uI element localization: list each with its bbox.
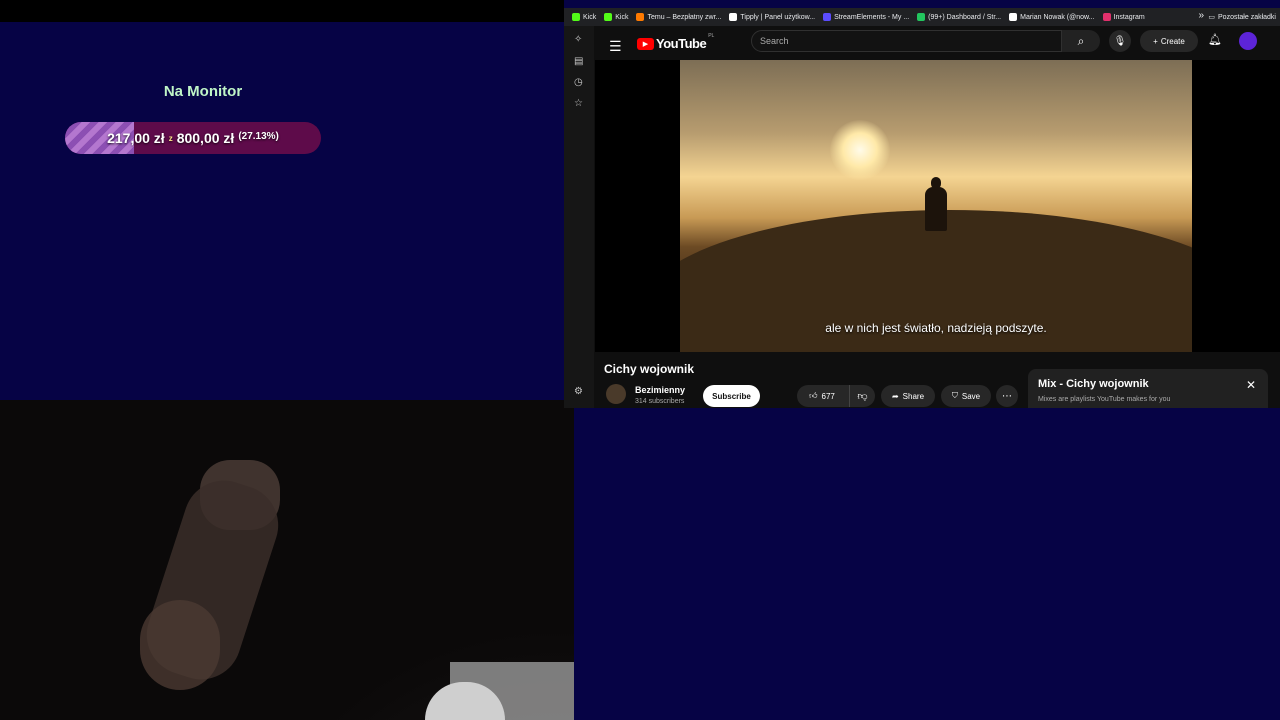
bookmark-label: Kick (583, 13, 597, 21)
video-sun (830, 120, 890, 180)
bookmark-label: Marian Nowak (@now... (1020, 13, 1095, 21)
other-bookmarks-label: Pozostałe zakładki (1218, 13, 1276, 21)
search-input[interactable]: Search (751, 30, 1062, 52)
create-label: Create (1160, 36, 1185, 46)
bookmark-icon: ⛉ (951, 391, 958, 400)
goal-progress-bar: 217,00 zł z 800,00 zł (27.13%) (65, 122, 321, 154)
goal-text: 217,00 zł z 800,00 zł (27.13%) (65, 122, 321, 154)
channel-subscribers: 314 subscribers (635, 398, 685, 405)
goal-percent: (27.13%) (238, 130, 279, 142)
video-player[interactable]: ale w nich jest światło, nadzieją podszy… (595, 60, 1280, 352)
goal-current-amount: 217,00 zł (107, 130, 165, 146)
channel-name[interactable]: Bezimienny (635, 385, 685, 395)
youtube-play-icon: ▶ (637, 37, 654, 50)
bookmark-label: Tipply | Panel użytkow... (740, 13, 816, 21)
menu-icon[interactable]: ☰ (609, 38, 622, 55)
browser-window: Kick Kick Temu – Bezpłatny zwr... Tipply | … (564, 8, 1280, 408)
share-label: Share (902, 391, 925, 401)
like-count: 677 (821, 391, 835, 401)
video-caption: ale w nich jest światło, nadzieją podszy… (825, 321, 1047, 335)
channel-avatar[interactable] (606, 384, 626, 404)
other-bookmarks[interactable]: ▭ Pozostałe zakładki (1208, 8, 1276, 26)
settings-icon[interactable]: ⚙ (574, 386, 583, 397)
like-button[interactable]: 👍︎ 677 (797, 385, 847, 407)
chevron-double-right-icon[interactable]: » (1198, 10, 1204, 21)
bookmark-item[interactable]: Marian Nowak (@now... (1009, 13, 1095, 21)
bookmark-favicon-icon (823, 13, 832, 21)
search-icon: ⌕ (1077, 33, 1085, 48)
webcam-feed (0, 400, 574, 720)
stream-overlay: { "goal": { "title": "Na Monitor", "curr… (0, 0, 1280, 720)
avatar[interactable] (1239, 32, 1257, 50)
bookmark-item[interactable]: Temu – Bezpłatny zwr... (636, 13, 721, 21)
video-frame[interactable]: ale w nich jest światło, nadzieją podszy… (680, 60, 1192, 352)
bookmark-favicon-icon (729, 13, 738, 21)
bookmark-item[interactable]: Kick (604, 13, 628, 21)
bookmark-label: StreamElements - My ... (834, 13, 910, 21)
folder-icon: ▭ (1208, 14, 1216, 21)
save-label: Save (961, 391, 981, 401)
bookmark-favicon-icon (1009, 13, 1018, 21)
search-placeholder: Search (760, 36, 789, 46)
bookmark-item[interactable]: Tipply | Panel użytkow... (729, 13, 815, 21)
bookmark-favicon-icon (572, 13, 580, 21)
close-icon[interactable]: ✕ (1246, 378, 1256, 392)
save-button[interactable]: ⛉ Save (941, 385, 991, 407)
goal-target-amount: 800,00 zł (176, 130, 235, 146)
like-dislike-group: 👍︎ 677 👎︎ (797, 385, 875, 407)
youtube-logo[interactable]: ▶ YouTube PL (637, 32, 715, 51)
webcam-hand (140, 600, 220, 690)
video-title: Cichy wojownik (604, 362, 695, 376)
thumbs-up-icon: 👍︎ (809, 391, 818, 400)
share-icon: ➦ (891, 391, 899, 401)
goal-separator: z (168, 133, 173, 143)
more-actions-button[interactable]: ⋯ (996, 385, 1018, 407)
youtube-logo-text: YouTube (656, 36, 707, 51)
bookmark-item[interactable]: (99+) Dashboard / Str... (917, 13, 1001, 21)
browser-sidebar: ✧ ▤ ◷ ☆ ⚙ (564, 26, 594, 408)
plus-icon: + (1153, 36, 1158, 46)
bookmark-label: Kick (615, 13, 629, 21)
subscribe-button[interactable]: Subscribe (703, 385, 760, 407)
mix-subtitle: Mixes are playlists YouTube makes for yo… (1038, 396, 1171, 403)
bookmark-label: Instagram (1113, 13, 1145, 21)
goal-title: Na Monitor (163, 83, 243, 100)
bookmark-label: (99+) Dashboard / Str... (928, 13, 1002, 21)
star-icon[interactable]: ☆ (574, 98, 583, 109)
top-strip (0, 0, 564, 22)
more-horizontal-icon: ⋯ (1002, 390, 1012, 402)
youtube-region: PL (708, 32, 715, 39)
mix-playlist-panel[interactable]: Mix - Cichy wojownik Mixes are playlists… (1028, 369, 1268, 408)
bookmarks-bar: Kick Kick Temu – Bezpłatny zwr... Tipply | … (564, 8, 1280, 26)
tools-icon[interactable]: ✧ (574, 34, 582, 45)
bookmark-favicon-icon (636, 13, 645, 21)
search-button[interactable]: ⌕ (1062, 30, 1100, 52)
video-person-body (925, 187, 947, 231)
bookmark-item[interactable]: Instagram (1102, 13, 1145, 21)
microphone-icon: 🎙︎ (1113, 35, 1127, 47)
document-icon[interactable]: ▤ (574, 56, 583, 67)
bookmark-item[interactable]: StreamElements - My ... (823, 13, 909, 21)
youtube-header: ☰ ▶ YouTube PL Search ⌕ 🎙︎ + Create 🔔︎ (595, 26, 1280, 60)
bookmark-item[interactable]: Kick (572, 13, 596, 21)
mix-title: Mix - Cichy wojownik (1038, 378, 1149, 390)
thumbs-down-icon: 👎︎ (857, 391, 868, 402)
bookmark-favicon-icon (917, 13, 926, 21)
share-button[interactable]: ➦ Share (881, 385, 935, 407)
bookmark-favicon-icon (604, 13, 613, 21)
notifications-bell-icon[interactable]: 🔔︎ (1208, 33, 1222, 46)
history-icon[interactable]: ◷ (574, 77, 583, 88)
bookmark-label: Temu – Bezpłatny zwr... (647, 13, 722, 21)
bookmark-favicon-icon (1102, 13, 1111, 21)
dislike-button[interactable]: 👎︎ (849, 385, 875, 407)
create-button[interactable]: + Create (1140, 30, 1198, 52)
voice-search-button[interactable]: 🎙︎ (1109, 30, 1131, 52)
